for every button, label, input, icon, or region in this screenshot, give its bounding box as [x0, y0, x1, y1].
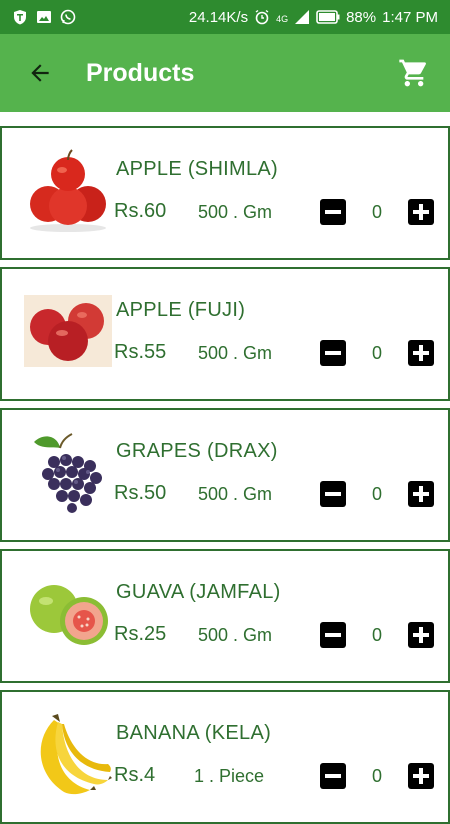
- product-card[interactable]: GUAVA (JAMFAL) Rs.25 500 . Gm 0: [0, 549, 450, 683]
- clock: 1:47 PM: [382, 8, 438, 26]
- product-card[interactable]: GRAPES (DRAX) Rs.50 500 . Gm 0: [0, 408, 450, 542]
- product-card[interactable]: BANANA (KELA) Rs.4 1 . Piece 0: [0, 690, 450, 824]
- cart-icon: [399, 59, 426, 87]
- product-price: Rs.4: [114, 764, 156, 786]
- back-button[interactable]: [20, 53, 60, 93]
- increase-quantity-button[interactable]: [408, 340, 434, 366]
- signal-icon: [295, 10, 310, 24]
- cart-button[interactable]: [396, 55, 432, 91]
- product-unit: 500 . Gm: [198, 484, 273, 504]
- status-right: 24.14K/s 4G 88% 1:47 PM: [189, 9, 450, 26]
- quantity-value: 0: [371, 625, 382, 645]
- decrease-quantity-button[interactable]: [320, 481, 346, 507]
- status-bar: 24.14K/s 4G 88% 1:47 PM: [0, 0, 450, 34]
- product-price: Rs.50: [114, 482, 167, 504]
- whatsapp-icon: [60, 9, 76, 25]
- guava-icon: [30, 585, 108, 645]
- product-unit: 1 . Piece: [194, 766, 265, 786]
- decrease-quantity-button[interactable]: [320, 763, 346, 789]
- status-left: [0, 9, 76, 25]
- alarm-icon: [255, 9, 269, 25]
- banana-icon: [40, 714, 112, 795]
- network-type: 4G: [276, 13, 289, 24]
- app-bar: Products: [0, 34, 450, 112]
- product-name: GRAPES (DRAX): [116, 440, 278, 462]
- decrease-quantity-button[interactable]: [320, 622, 346, 648]
- battery-level: 88%: [346, 8, 377, 26]
- apple-shimla-icon: [30, 149, 106, 232]
- product-unit: 500 . Gm: [198, 202, 273, 222]
- quantity-value: 0: [371, 766, 382, 786]
- product-price: Rs.55: [114, 341, 167, 363]
- product-price: Rs.25: [114, 623, 167, 645]
- product-name: BANANA (KELA): [116, 722, 272, 744]
- page-title: Products: [86, 58, 195, 87]
- product-unit: 500 . Gm: [198, 625, 273, 645]
- decrease-quantity-button[interactable]: [320, 199, 346, 225]
- battery-icon: [316, 10, 340, 24]
- gallery-icon: [37, 11, 51, 23]
- product-card[interactable]: APPLE (SHIMLA) Rs.60 500 . Gm 0: [0, 126, 450, 260]
- network-speed: 24.14K/s: [188, 8, 249, 26]
- product-name: APPLE (SHIMLA): [116, 158, 279, 180]
- quantity-value: 0: [371, 343, 382, 363]
- increase-quantity-button[interactable]: [408, 763, 434, 789]
- product-name: GUAVA (JAMFAL): [116, 581, 281, 603]
- product-unit: 500 . Gm: [198, 343, 273, 363]
- quantity-value: 0: [371, 202, 382, 222]
- arrow-left-icon: [31, 64, 49, 82]
- product-name: APPLE (FUJI): [116, 299, 246, 321]
- shield-icon: [14, 10, 26, 25]
- quantity-value: 0: [371, 484, 382, 504]
- increase-quantity-button[interactable]: [408, 481, 434, 507]
- decrease-quantity-button[interactable]: [320, 340, 346, 366]
- apple-fuji-icon: [24, 295, 112, 367]
- product-price: Rs.60: [114, 200, 167, 222]
- grapes-icon: [34, 433, 102, 513]
- increase-quantity-button[interactable]: [408, 199, 434, 225]
- increase-quantity-button[interactable]: [408, 622, 434, 648]
- product-card[interactable]: APPLE (FUJI) Rs.55 500 . Gm 0: [0, 267, 450, 401]
